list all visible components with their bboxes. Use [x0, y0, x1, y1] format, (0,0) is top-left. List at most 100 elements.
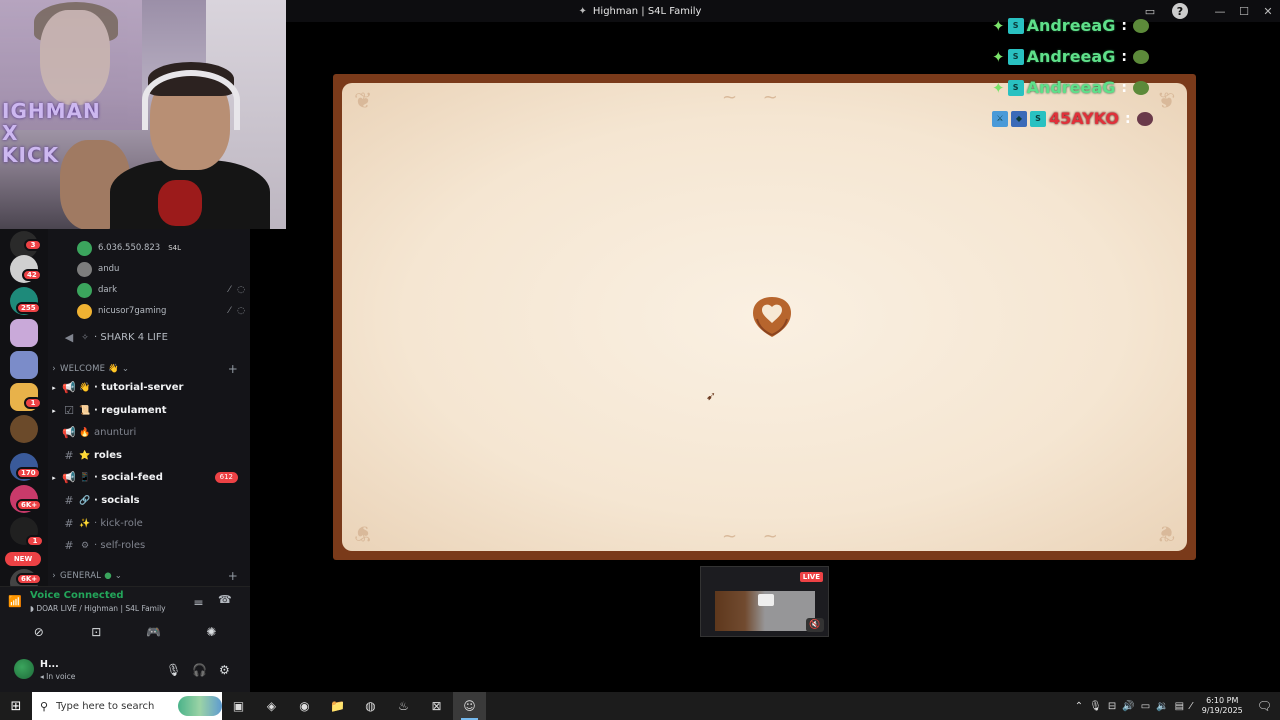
hash-icon: # [64, 449, 74, 462]
headset [142, 70, 240, 130]
stream-preview[interactable]: LIVE 🔇 [700, 566, 829, 637]
taskbar-search[interactable]: ⚲ Type here to search [32, 692, 222, 720]
category-welcome[interactable]: › WELCOME 👋 ⌄ + [48, 361, 250, 377]
add-channel-icon[interactable]: + [228, 569, 238, 583]
windows-start-icon[interactable]: ⊞ [0, 692, 32, 720]
category-name: WELCOME [60, 364, 106, 374]
channel-roles[interactable]: # ⭐ roles [48, 445, 250, 466]
channel-social-feed[interactable]: ▸ 📢 📱 · social-feed 612 [48, 467, 250, 488]
shark-icon: ✧ [81, 332, 89, 343]
new-badge: NEW [5, 552, 41, 566]
volume-mute-icon[interactable]: 🔇 [806, 618, 824, 632]
avatar [77, 240, 92, 256]
browser-icon[interactable]: ◍ [354, 692, 387, 720]
channel-name: social-feed [101, 472, 163, 483]
sub-badge-icon: S [1007, 79, 1024, 96]
muted-deafened-icon: ⁄ ◌ [228, 285, 247, 295]
clock[interactable]: 6:10 PM 9/19/2025 [1202, 696, 1243, 716]
speaker-icon[interactable]: 🔉 [1156, 701, 1168, 712]
network-icon[interactable]: ⊟ [1108, 701, 1116, 712]
noise-suppression-icon[interactable]: 𝍢 [194, 593, 203, 612]
voice-panel: 📶 Voice Connected ◗ DOAR LIVE / Highman … [0, 586, 250, 692]
category-general[interactable]: › GENERAL ● ⌄ + [48, 568, 250, 584]
date: 9/19/2025 [1201, 706, 1243, 715]
chat-username: AndreeaG [1026, 16, 1116, 35]
copilot-icon[interactable]: ◈ [255, 692, 288, 720]
channel-shark-4-life[interactable]: ◀ ✧ · SHARK 4 LIFE [48, 327, 250, 348]
close-button[interactable]: ✕ [1256, 2, 1280, 20]
channel-regulament[interactable]: ▸ ☑ 📜 · regulament [48, 400, 250, 421]
channel-emoji: ⭐ [79, 450, 91, 461]
hash-icon: # [64, 539, 74, 552]
channel-emoji: 📜 [79, 405, 91, 416]
disconnect-icon[interactable]: ☎ [218, 593, 232, 606]
emote-icon [1132, 18, 1149, 33]
server-badge: 170 [16, 467, 41, 479]
voice-user-name: nicusor7gaming [98, 306, 167, 316]
taskbar: ⊞ ⚲ Type here to search ▣ ◈ ◉ 📁 ◍ ♨ ⊠ ☺ … [0, 692, 1280, 720]
cursor-icon: ➹ [706, 389, 717, 403]
channel-socials[interactable]: # 🔗 · socials [48, 490, 250, 511]
user-area: H... ◂ In voice 🎙 🎧 ⚙ [0, 653, 250, 687]
server-badge: 6K+ [16, 573, 43, 585]
excel-icon[interactable]: ⊠ [420, 692, 453, 720]
avatar [77, 303, 92, 319]
sub-badge-icon: S [1007, 17, 1024, 34]
minimize-button[interactable]: — [1208, 2, 1232, 20]
volume-icon[interactable]: 🔊 [1122, 701, 1134, 712]
stream-viewport[interactable]: ❦ ❦ ❦ ❦ ~ ~ ~ ~ ➹ [333, 74, 1196, 560]
screen-share-icon[interactable]: ⊡ [76, 621, 116, 643]
camera-off-icon[interactable]: ⊘ [19, 621, 59, 643]
server-icon[interactable] [10, 351, 38, 379]
chat-username: AndreeaG [1026, 47, 1116, 66]
file-explorer-icon[interactable]: 📁 [321, 692, 354, 720]
avatar[interactable] [14, 659, 34, 679]
channel-kick-role[interactable]: # ✨ · kick-role [48, 513, 250, 534]
task-view-icon[interactable]: ▣ [222, 692, 255, 720]
channel-name: SHARK 4 LIFE [100, 332, 168, 343]
copilot-app-icon[interactable]: ◉ [288, 692, 321, 720]
webcam-overlay: IGHMAN X KICK [0, 0, 286, 229]
voice-user[interactable]: dark ⁄ ◌ [77, 280, 247, 300]
server-badge: 1 [24, 397, 42, 409]
server-badge: 42 [22, 269, 42, 281]
microphone-icon[interactable]: 🎙 [166, 663, 181, 677]
user-name[interactable]: H... [40, 659, 59, 670]
hash-icon: # [64, 494, 74, 507]
discord-icon[interactable]: ☺ [453, 692, 486, 720]
corner-flourish: ❦ [1156, 520, 1175, 545]
voice-status[interactable]: Voice Connected [30, 590, 124, 601]
microphone-icon[interactable]: 🎙 [1089, 701, 1102, 712]
add-channel-icon[interactable]: + [228, 362, 238, 376]
voice-actions: ⊘ ⊡ 🎮 ✺ [10, 621, 240, 643]
voice-user[interactable]: 6.036.550.823 S4L [77, 238, 247, 258]
settings-gear-icon[interactable]: ⚙ [219, 663, 230, 677]
server-badge: 6K+ [16, 499, 43, 511]
channel-name: roles [94, 450, 122, 461]
chat-message: ✦ S AndreeaG : [992, 72, 1192, 103]
headphones-icon[interactable]: 🎧 [192, 663, 207, 677]
heart-hands-icon[interactable] [749, 293, 795, 339]
top-flourish: ~ ~ [722, 87, 788, 108]
display-icon[interactable]: ▭ [1141, 701, 1150, 712]
maximize-button[interactable]: ☐ [1232, 2, 1256, 20]
channel-self-roles[interactable]: # ⚙ · self-roles [48, 535, 250, 556]
voice-user[interactable]: nicusor7gaming ⁄ ◌ [77, 301, 247, 321]
voice-user[interactable]: andu [77, 259, 247, 279]
server-icon[interactable] [10, 415, 38, 443]
channel-anunturi[interactable]: 📢 🔥 anunturi [48, 422, 250, 443]
channel-tutorial-server[interactable]: ▸ 📢 👋 · tutorial-server [48, 377, 250, 398]
network-alt-icon[interactable]: ▤ [1175, 701, 1184, 712]
avatar [77, 261, 92, 277]
search-placeholder: Type here to search [56, 700, 155, 712]
battery-icon[interactable]: ⁄ [1190, 701, 1192, 712]
corner-flourish: ❦ [354, 520, 373, 545]
emote-icon [1132, 80, 1149, 95]
activities-icon[interactable]: 🎮 [134, 621, 174, 643]
soundboard-icon[interactable]: ✺ [191, 621, 231, 643]
chevron-up-icon[interactable]: ⌃ [1075, 701, 1083, 712]
notification-icon[interactable]: 🗨 [1257, 699, 1272, 713]
voice-location[interactable]: ◗ DOAR LIVE / Highman | S4L Family [30, 604, 166, 613]
steam-icon[interactable]: ♨ [387, 692, 420, 720]
server-icon[interactable] [10, 319, 38, 347]
